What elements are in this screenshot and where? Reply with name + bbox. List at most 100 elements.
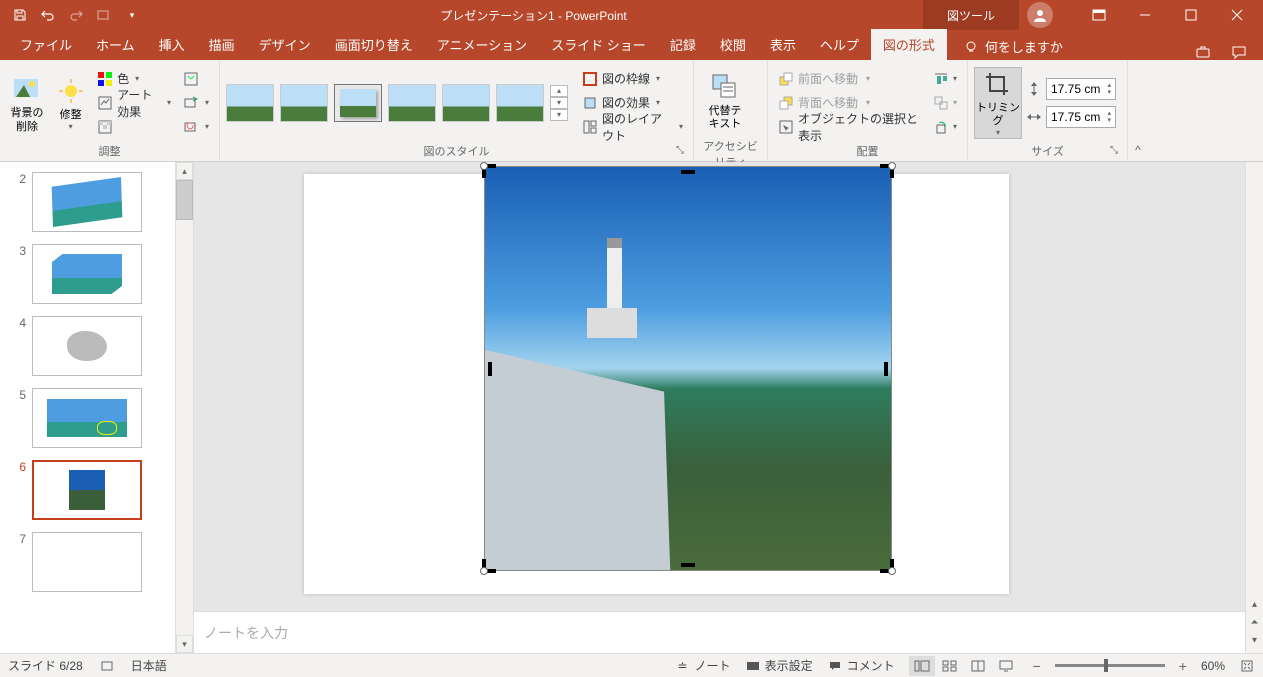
comment-icon xyxy=(827,658,843,674)
normal-view-icon[interactable] xyxy=(909,656,935,676)
width-input[interactable]: 17.75 cm▴▾ xyxy=(1046,106,1116,128)
crop-handle-icon[interactable] xyxy=(679,160,697,178)
account-avatar-icon[interactable] xyxy=(1027,2,1053,28)
comments-button[interactable]: コメント xyxy=(827,657,895,674)
artistic-effects-button[interactable]: アート効果 ▾ xyxy=(93,92,175,114)
slide-sorter-icon[interactable] xyxy=(937,656,963,676)
tab-draw[interactable]: 描画 xyxy=(197,29,247,60)
qat-more-icon[interactable]: ▾ xyxy=(120,3,144,27)
group-accessibility: 代替テ キスト アクセシビリティ xyxy=(694,60,768,161)
selection-handle-icon[interactable] xyxy=(480,567,488,575)
group-size: トリミング ▾ 17.75 cm▴▾ 17.75 cm▴▾ サイズ⤡ xyxy=(968,60,1128,161)
remove-background-button[interactable]: 背景の 削除 xyxy=(6,67,48,139)
tab-transitions[interactable]: 画面切り替え xyxy=(323,29,425,60)
selection-handle-icon[interactable] xyxy=(480,162,488,170)
prev-slide-double-icon[interactable]: ⏶ xyxy=(1247,615,1263,629)
style-thumb[interactable] xyxy=(280,84,328,122)
align-button[interactable]: ▾ xyxy=(929,68,961,90)
crop-handle-icon[interactable] xyxy=(880,360,898,378)
tab-design[interactable]: デザイン xyxy=(247,29,323,60)
display-settings-icon xyxy=(745,658,761,674)
prev-slide-icon[interactable]: ▴ xyxy=(1247,597,1263,611)
style-thumb[interactable] xyxy=(388,84,436,122)
height-input[interactable]: 17.75 cm▴▾ xyxy=(1046,78,1116,100)
editor-scrollbar[interactable]: ▴ ⏶ ▾ xyxy=(1245,162,1263,653)
selection-pane-button[interactable]: オブジェクトの選択と表示 xyxy=(774,116,925,138)
tell-me-search[interactable]: 何をしますか xyxy=(955,33,1071,60)
group-objects-button[interactable]: ▾ xyxy=(929,92,961,114)
tab-slideshow[interactable]: スライド ショー xyxy=(539,29,658,60)
effects-icon xyxy=(582,95,598,111)
slideshow-view-icon[interactable] xyxy=(993,656,1019,676)
picture-styles-gallery[interactable]: ▴▾▾ xyxy=(226,84,568,122)
style-thumb[interactable] xyxy=(496,84,544,122)
ribbon-display-options-icon[interactable] xyxy=(1077,0,1121,30)
style-thumb[interactable] xyxy=(334,84,382,122)
lighthouse-photo[interactable] xyxy=(484,166,892,571)
language-indicator[interactable]: 日本語 xyxy=(131,657,167,674)
zoom-level[interactable]: 60% xyxy=(1201,659,1225,673)
quick-access-toolbar: ▾ xyxy=(0,3,144,27)
next-slide-icon[interactable]: ▾ xyxy=(1247,633,1263,647)
maximize-icon[interactable] xyxy=(1169,0,1213,30)
picture-border-button[interactable]: 図の枠線 ▾ xyxy=(578,68,687,90)
slide-thumbnail[interactable]: 5 xyxy=(0,382,175,454)
style-thumb[interactable] xyxy=(442,84,490,122)
share-icon[interactable] xyxy=(1195,44,1211,60)
corrections-button[interactable]: 修整 ▾ xyxy=(52,67,89,139)
dialog-launcher-icon[interactable]: ⤡ xyxy=(1107,145,1121,159)
alt-text-button[interactable]: 代替テ キスト xyxy=(700,64,750,136)
bring-forward-button[interactable]: 前面へ移動 ▾ xyxy=(774,68,925,90)
picture-layout-button[interactable]: 図のレイアウト ▾ xyxy=(578,116,687,138)
reading-view-icon[interactable] xyxy=(965,656,991,676)
selected-image[interactable] xyxy=(484,166,892,571)
slide-thumbnail[interactable]: 3 xyxy=(0,238,175,310)
redo-icon[interactable] xyxy=(64,3,88,27)
zoom-in-icon[interactable]: + xyxy=(1179,658,1187,674)
notes-toggle[interactable]: ≐ノート xyxy=(675,657,731,674)
reset-picture-button[interactable]: ▾ xyxy=(179,116,213,138)
tab-review[interactable]: 校閲 xyxy=(708,29,758,60)
notes-pane[interactable]: ノートを入力 xyxy=(194,611,1245,653)
fit-to-window-icon[interactable] xyxy=(1239,658,1255,674)
crop-button[interactable]: トリミング ▾ xyxy=(974,67,1022,139)
tab-view[interactable]: 表示 xyxy=(758,29,808,60)
tab-animations[interactable]: アニメーション xyxy=(425,29,539,60)
slide-thumbnail[interactable]: 2 xyxy=(0,166,175,238)
close-icon[interactable] xyxy=(1215,0,1259,30)
transparency-button[interactable] xyxy=(93,116,175,138)
selection-handle-icon[interactable] xyxy=(888,567,896,575)
slide-indicator[interactable]: スライド 6/28 xyxy=(8,657,83,674)
comments-icon[interactable] xyxy=(1231,44,1247,60)
collapse-ribbon-icon[interactable]: ^ xyxy=(1128,60,1148,161)
accessibility-check-icon[interactable] xyxy=(99,658,115,674)
crop-handle-icon[interactable] xyxy=(478,360,496,378)
display-settings-button[interactable]: 表示設定 xyxy=(745,657,813,674)
tab-picture-format[interactable]: 図の形式 xyxy=(871,29,947,60)
gallery-scroll[interactable]: ▴▾▾ xyxy=(550,85,568,121)
alt-text-icon xyxy=(709,71,741,103)
slide-editor[interactable]: ノートを入力 xyxy=(194,162,1245,653)
zoom-slider[interactable] xyxy=(1055,664,1165,667)
thumbnails-scrollbar[interactable]: ▴ ▾ xyxy=(175,162,193,653)
tab-help[interactable]: ヘルプ xyxy=(808,29,871,60)
dialog-launcher-icon[interactable]: ⤡ xyxy=(673,145,687,159)
tab-file[interactable]: ファイル xyxy=(8,29,84,60)
minimize-icon[interactable] xyxy=(1123,0,1167,30)
zoom-out-icon[interactable]: − xyxy=(1033,658,1041,674)
crop-handle-icon[interactable] xyxy=(679,559,697,577)
rotate-button[interactable]: ▾ xyxy=(929,116,961,138)
start-from-beginning-icon[interactable] xyxy=(92,3,116,27)
selection-handle-icon[interactable] xyxy=(888,162,896,170)
save-icon[interactable] xyxy=(8,3,32,27)
tab-home[interactable]: ホーム xyxy=(84,29,147,60)
style-thumb[interactable] xyxy=(226,84,274,122)
slide-thumbnail[interactable]: 7 xyxy=(0,526,175,598)
compress-pictures-button[interactable] xyxy=(179,68,213,90)
slide-thumbnail[interactable]: 4 xyxy=(0,310,175,382)
undo-icon[interactable] xyxy=(36,3,60,27)
change-picture-button[interactable]: ▾ xyxy=(179,92,213,114)
slide-thumbnail[interactable]: 6 xyxy=(0,454,175,526)
tab-insert[interactable]: 挿入 xyxy=(147,29,197,60)
tab-record[interactable]: 記録 xyxy=(658,29,708,60)
